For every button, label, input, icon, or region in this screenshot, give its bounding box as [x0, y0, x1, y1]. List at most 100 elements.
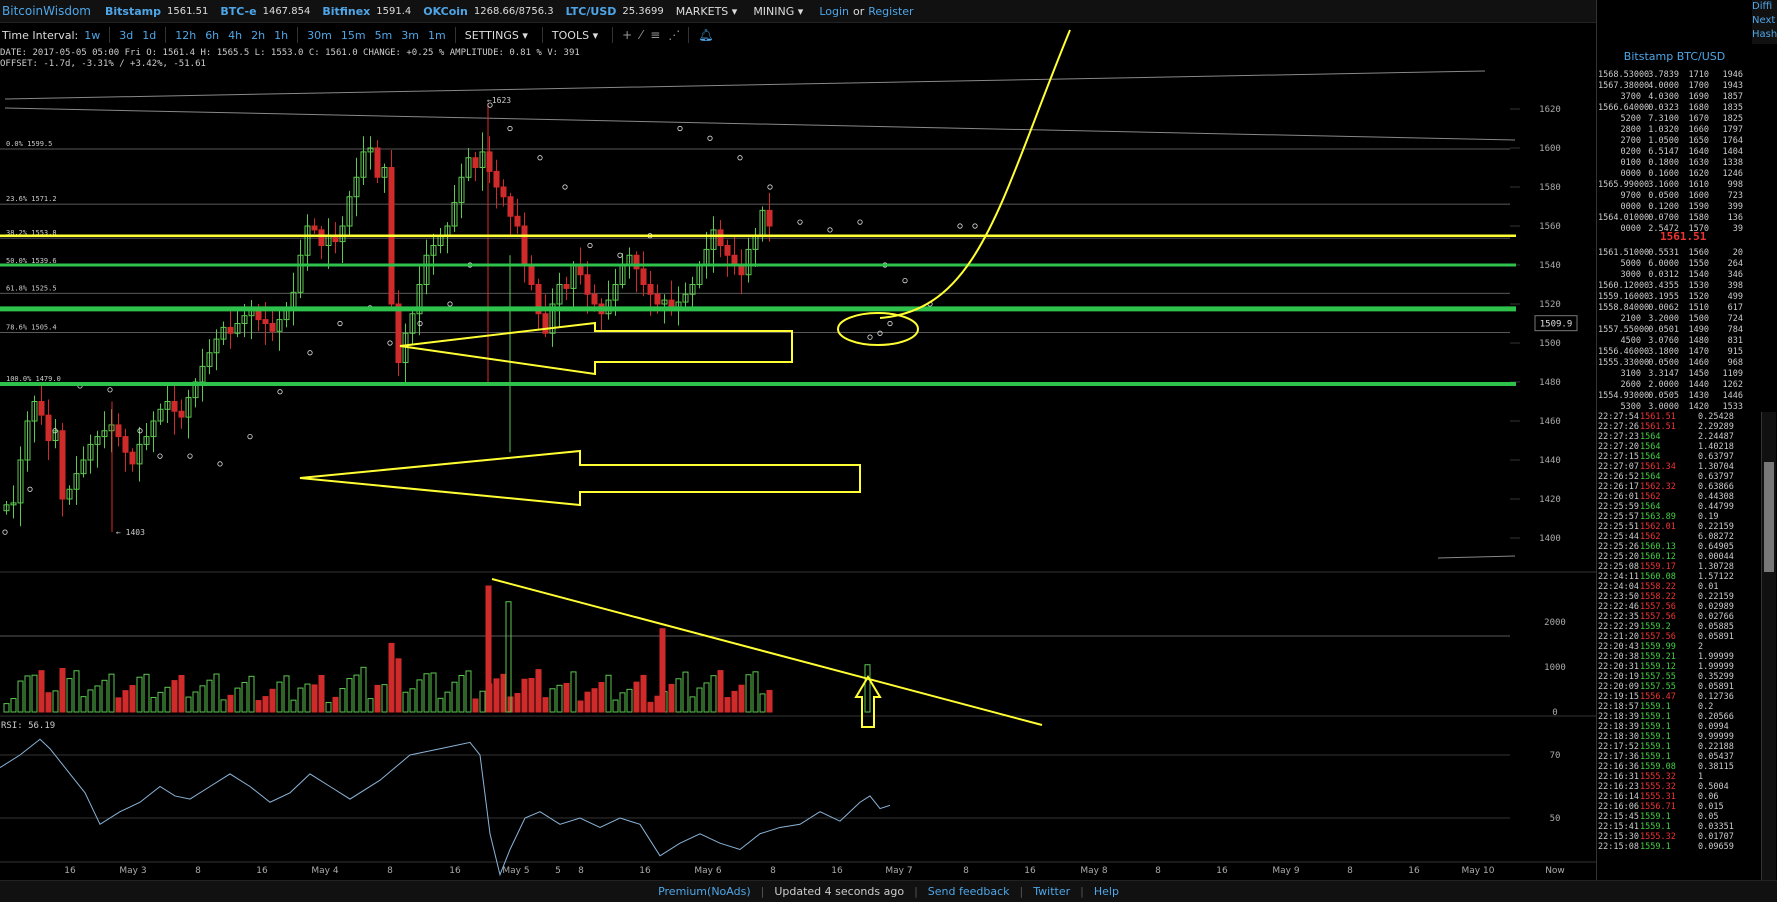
candle-body: [129, 451, 136, 465]
price-tick-label: 1480: [1539, 378, 1561, 388]
ask-row-cell: 1567.38000: [1598, 81, 1650, 91]
feedback-link[interactable]: Send feedback: [928, 885, 1010, 898]
bid-row-cell: 0.0505: [1648, 391, 1679, 401]
ask-row-cell: 1710: [1688, 70, 1709, 80]
difficulty-box[interactable]: Diffi Next Hash: [1752, 0, 1777, 44]
volume-bar: [339, 688, 346, 713]
ask-row-cell: 399: [1727, 202, 1743, 212]
trade-cell: 22:17:52: [1598, 742, 1639, 752]
arrow-shape: [399, 321, 793, 376]
bid-row: 1559.16000 3.1955 1520 499: [1598, 292, 1743, 303]
trade-row: 22:15:45 1559.1 0.05: [1598, 812, 1748, 822]
volume-bar: [122, 690, 129, 713]
trade-row: 22:27:20 1564 1.40218: [1598, 442, 1748, 452]
bid-row-cell: 3.1800: [1648, 347, 1679, 357]
ask-row-cell: 1857: [1722, 92, 1743, 102]
trade-cell: 1562: [1640, 532, 1661, 542]
price-tick-label: 1500: [1539, 339, 1561, 349]
volume-bar: [619, 692, 626, 713]
ask-row-cell: 1690: [1688, 92, 1709, 102]
trade-row: 22:27:23 1564 2.24487: [1598, 432, 1748, 442]
trade-row: 22:21:20 1557.56 0.05891: [1598, 632, 1748, 642]
time-tick-label: May 4: [311, 866, 338, 876]
trade-cell: 22:16:23: [1598, 782, 1639, 792]
rsi-line: [0, 738, 891, 877]
volume-bar: [640, 674, 647, 713]
trade-cell: 1.30704: [1698, 462, 1734, 472]
candle-body: [38, 401, 45, 416]
trade-cell: 1559.1: [1640, 812, 1671, 822]
bid-row-cell: 3.4355: [1648, 281, 1679, 291]
twitter-link[interactable]: Twitter: [1033, 885, 1070, 898]
trade-row: 22:25:26 1560.13 0.64905: [1598, 542, 1748, 552]
trade-cell: 22:25:26: [1598, 542, 1639, 552]
scrollbar-thumb[interactable]: [1764, 462, 1774, 572]
trade-cell: 22:27:23: [1598, 432, 1639, 442]
order-book-title[interactable]: Bitstamp BTC/USD: [1597, 50, 1752, 63]
volume-bar: [535, 669, 542, 713]
ask-row-cell: 1660: [1688, 125, 1709, 135]
trades-scrollbar[interactable]: [1761, 412, 1776, 882]
volume-bar: [374, 684, 381, 713]
bid-row: 2100 3.2000 1500 724: [1598, 314, 1743, 325]
trade-cell: 22:16:31: [1598, 772, 1639, 782]
trade-cell: 1564: [1640, 452, 1661, 462]
trade-cell: 22:18:39: [1598, 722, 1639, 732]
trade-cell: 0.35299: [1698, 672, 1734, 682]
candle-body: [493, 170, 500, 188]
volume-bar: [703, 682, 710, 713]
trade-cell: 1558.22: [1640, 582, 1676, 592]
trade-row: 22:26:17 1562.32 0.63866: [1598, 482, 1748, 492]
ask-row: 0000 0.1200 1590 399: [1598, 202, 1743, 213]
trade-row: 22:17:52 1559.1 0.22188: [1598, 742, 1748, 752]
sar-dot: [677, 125, 683, 132]
divider: |: [1080, 885, 1084, 898]
sar-dot: [707, 135, 713, 141]
trade-row: 22:16:31 1555.32 1: [1598, 772, 1748, 782]
price-chart[interactable]: 0.0% 1599.523.6% 1571.238.2% 1553.850.0%…: [0, 0, 1596, 880]
time-tick-label: 8: [578, 866, 584, 876]
ask-row-cell: 3700: [1620, 92, 1641, 102]
trade-row: 22:16:36 1559.08 0.38115: [1598, 762, 1748, 772]
diff-label: Diffi: [1752, 1, 1773, 12]
volume-bar: [423, 673, 430, 713]
volume-bar: [458, 675, 465, 713]
candle-body: [633, 254, 640, 270]
volume-bar: [213, 673, 220, 713]
volume-tick-label: 0: [1552, 708, 1557, 718]
bid-row: 3000 0.0312 1540 346: [1598, 270, 1743, 281]
trade-cell: 0.63797: [1698, 452, 1734, 462]
premium-link[interactable]: Premium(NoAds): [658, 885, 751, 898]
volume-bar: [444, 691, 451, 713]
bid-row-cell: 1500: [1688, 314, 1709, 324]
trade-cell: 1555.32: [1640, 782, 1676, 792]
trade-cell: 1.40218: [1698, 442, 1734, 452]
volume-bar: [745, 674, 752, 713]
ask-row-cell: 2800: [1620, 125, 1641, 135]
bid-row-cell: 831: [1727, 336, 1743, 346]
volume-bar: [108, 673, 115, 713]
projection-curve: [879, 29, 1071, 319]
volume-bar: [276, 681, 283, 713]
bid-row-cell: 346: [1727, 270, 1743, 280]
sar-dot: [447, 301, 453, 307]
help-link[interactable]: Help: [1094, 885, 1119, 898]
volume-bar: [437, 697, 444, 713]
trade-cell: 1559.1: [1640, 712, 1671, 722]
trades-list: 22:27:54 1561.51 0.25428 22:27:26 1561.51 2.2…: [1598, 412, 1748, 852]
candle-body: [59, 430, 66, 500]
next-label: Next: [1752, 15, 1776, 26]
ask-row-cell: 39: [1732, 224, 1743, 234]
trade-cell: 1559.1: [1640, 722, 1671, 732]
bid-row-cell: 398: [1727, 281, 1743, 291]
ask-row-cell: 1590: [1688, 202, 1709, 212]
ask-row-cell: 0000: [1620, 202, 1641, 212]
ask-row-cell: 0.0323: [1648, 103, 1679, 113]
volume-bar: [199, 685, 206, 713]
trade-cell: 22:25:08: [1598, 562, 1639, 572]
trade-cell: 0.09659: [1698, 842, 1734, 852]
candle-body: [262, 319, 269, 325]
volume-bar: [402, 691, 409, 713]
trade-cell: 22:24:04: [1598, 582, 1639, 592]
bid-row-cell: 264: [1727, 259, 1743, 269]
